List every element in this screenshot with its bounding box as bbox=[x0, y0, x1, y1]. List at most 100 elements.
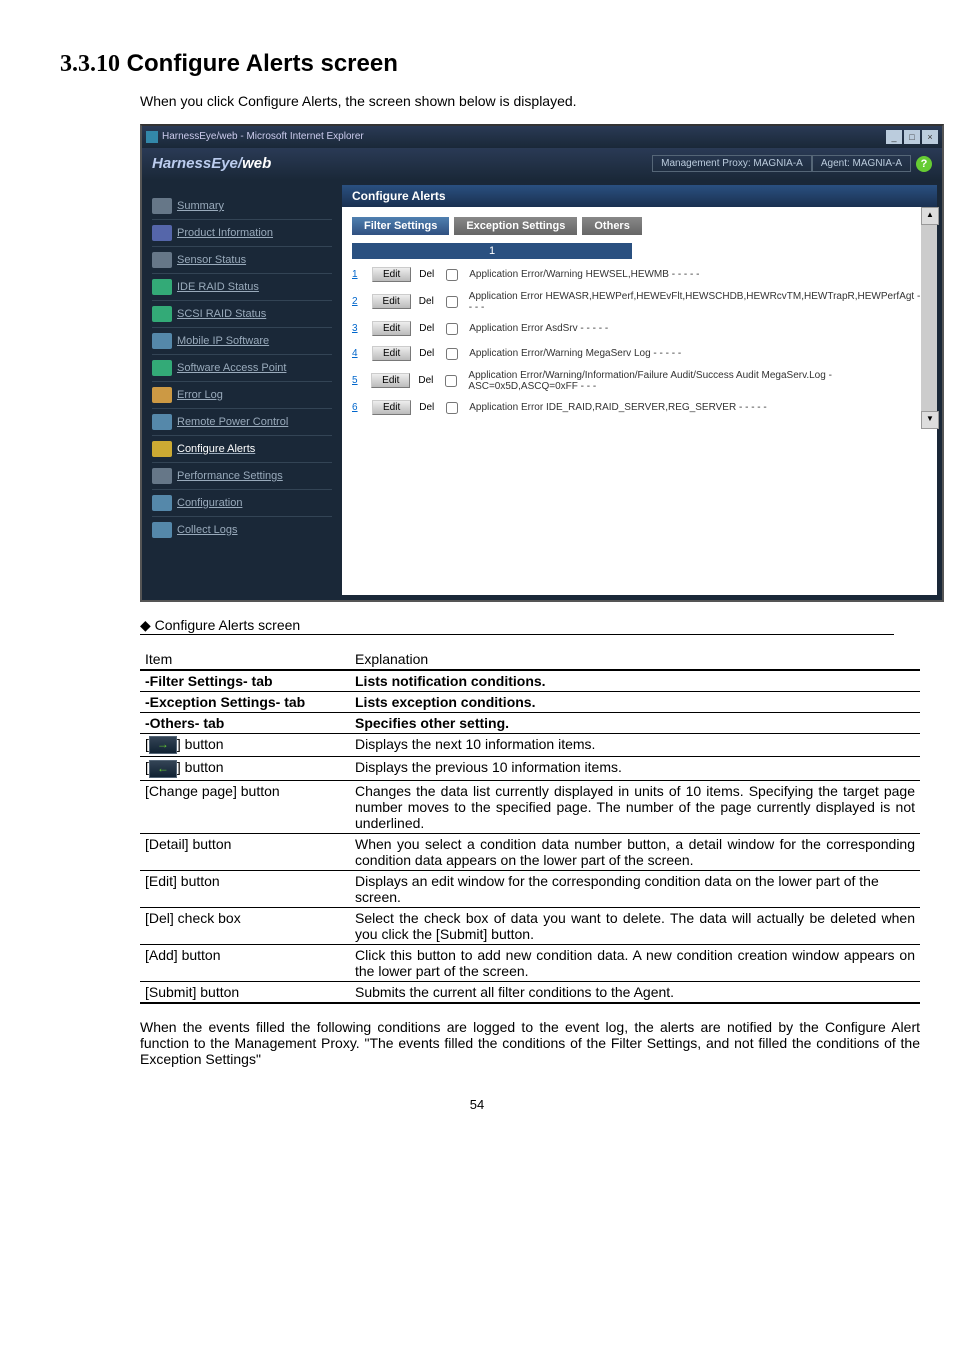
nav-label: Configure Alerts bbox=[177, 443, 255, 455]
item-cell: [Change page] button bbox=[140, 780, 350, 833]
item-cell: [Add] button bbox=[140, 944, 350, 981]
nav-sensor[interactable]: Sensor Status bbox=[152, 249, 332, 271]
footer-paragraph: When the events filled the following con… bbox=[140, 1019, 920, 1067]
scroll-up-button[interactable]: ▲ bbox=[921, 207, 939, 225]
col-header-explanation: Explanation bbox=[350, 649, 920, 670]
section-title: Configure Alerts screen bbox=[127, 50, 398, 77]
nav-performance[interactable]: Performance Settings bbox=[152, 465, 332, 487]
edit-button[interactable]: Edit bbox=[372, 321, 411, 336]
exp-cell: Changes the data list currently displaye… bbox=[350, 780, 920, 833]
nav-product[interactable]: Product Information bbox=[152, 222, 332, 244]
nav-label: Configuration bbox=[177, 497, 242, 509]
item-cell: [→] button bbox=[140, 733, 350, 756]
close-button[interactable]: × bbox=[922, 130, 938, 144]
nav-mobile-ip[interactable]: Mobile IP Software bbox=[152, 330, 332, 352]
sensor-icon bbox=[152, 252, 172, 268]
titlebar: HarnessEye/web - Microsoft Internet Expl… bbox=[142, 126, 942, 148]
edit-button[interactable]: Edit bbox=[372, 346, 411, 361]
del-checkbox[interactable] bbox=[446, 269, 458, 281]
configuration-icon bbox=[152, 495, 172, 511]
nav-label: Summary bbox=[177, 200, 224, 212]
del-checkbox[interactable] bbox=[445, 375, 457, 387]
nav-error-log[interactable]: Error Log bbox=[152, 384, 332, 406]
item-cell: [Edit] button bbox=[140, 870, 350, 907]
nav-label: Error Log bbox=[177, 389, 223, 401]
nav-ide-raid[interactable]: IDE RAID Status bbox=[152, 276, 332, 298]
nav-label: Performance Settings bbox=[177, 470, 283, 482]
nav-collect-logs[interactable]: Collect Logs bbox=[152, 519, 332, 541]
alert-row: 4 Edit Del Application Error/Warning Meg… bbox=[352, 343, 927, 365]
tab-exception-settings[interactable]: Exception Settings bbox=[454, 217, 577, 235]
del-checkbox[interactable] bbox=[446, 323, 458, 335]
row-text: Application Error IDE_RAID,RAID_SERVER,R… bbox=[469, 402, 767, 413]
page-number: 54 bbox=[60, 1097, 894, 1112]
exp-cell: Specifies other setting. bbox=[350, 712, 920, 733]
intro-text: When you click Configure Alerts, the scr… bbox=[140, 93, 894, 109]
del-checkbox[interactable] bbox=[446, 402, 458, 414]
del-label: Del bbox=[419, 269, 434, 280]
alert-row: 2 Edit Del Application Error HEWASR,HEWP… bbox=[352, 289, 927, 315]
exp-cell: Lists notification conditions. bbox=[350, 670, 920, 692]
logo-secondary: web bbox=[242, 155, 271, 172]
page-indicator: 1 bbox=[352, 243, 632, 259]
help-button[interactable]: ? bbox=[916, 156, 932, 172]
table-caption: ◆ Configure Alerts screen bbox=[140, 617, 894, 635]
scroll-down-button[interactable]: ▼ bbox=[921, 411, 939, 429]
item-cell: -Others- tab bbox=[140, 712, 350, 733]
row-number-link[interactable]: 2 bbox=[352, 296, 364, 307]
row-number-link[interactable]: 3 bbox=[352, 323, 364, 334]
row-number-link[interactable]: 4 bbox=[352, 348, 364, 359]
mgmt-proxy-label: Management Proxy: MAGNIA-A bbox=[652, 155, 812, 172]
exp-cell: Lists exception conditions. bbox=[350, 691, 920, 712]
main-panel: Configure Alerts Filter Settings Excepti… bbox=[342, 185, 937, 595]
tab-filter-settings[interactable]: Filter Settings bbox=[352, 217, 449, 235]
collect-logs-icon bbox=[152, 522, 172, 538]
nav-label: IDE RAID Status bbox=[177, 281, 259, 293]
window-title: HarnessEye/web - Microsoft Internet Expl… bbox=[162, 131, 886, 142]
nav-summary[interactable]: Summary bbox=[152, 195, 332, 217]
del-label: Del bbox=[419, 402, 434, 413]
explanation-table: Item Explanation -Filter Settings- tab L… bbox=[140, 649, 920, 1004]
vertical-scrollbar[interactable]: ▲ ▼ bbox=[921, 207, 937, 429]
row-number-link[interactable]: 1 bbox=[352, 269, 364, 280]
tab-others[interactable]: Others bbox=[582, 217, 641, 235]
edit-button[interactable]: Edit bbox=[371, 373, 410, 388]
next-arrow-icon: → bbox=[149, 736, 177, 754]
row-number-link[interactable]: 5 bbox=[352, 375, 363, 386]
nav-label: Product Information bbox=[177, 227, 273, 239]
nav-scsi-raid[interactable]: SCSI RAID Status bbox=[152, 303, 332, 325]
row-text: Application Error/Warning HEWSEL,HEWMB -… bbox=[469, 269, 699, 280]
nav-software-ap[interactable]: Software Access Point bbox=[152, 357, 332, 379]
alert-row: 6 Edit Del Application Error IDE_RAID,RA… bbox=[352, 397, 927, 419]
remote-power-icon bbox=[152, 414, 172, 430]
section-heading: 3.3.10 Configure Alerts screen bbox=[60, 50, 894, 78]
nav-remote-power[interactable]: Remote Power Control bbox=[152, 411, 332, 433]
item-cell: [Del] check box bbox=[140, 907, 350, 944]
edit-button[interactable]: Edit bbox=[372, 400, 411, 415]
exp-cell: Displays an edit window for the correspo… bbox=[350, 870, 920, 907]
exp-cell: Displays the previous 10 information ite… bbox=[350, 757, 920, 780]
nav-configuration[interactable]: Configuration bbox=[152, 492, 332, 514]
edit-button[interactable]: Edit bbox=[372, 294, 411, 309]
item-cell: [←] button bbox=[140, 757, 350, 780]
browser-window: HarnessEye/web - Microsoft Internet Expl… bbox=[140, 124, 944, 602]
mobile-ip-icon bbox=[152, 333, 172, 349]
product-icon bbox=[152, 225, 172, 241]
software-ap-icon bbox=[152, 360, 172, 376]
col-header-item: Item bbox=[140, 649, 350, 670]
nav-label: Sensor Status bbox=[177, 254, 246, 266]
maximize-button[interactable]: □ bbox=[904, 130, 920, 144]
row-number-link[interactable]: 6 bbox=[352, 402, 364, 413]
ide-raid-icon bbox=[152, 279, 172, 295]
app-logo: HarnessEye/web bbox=[152, 155, 271, 172]
panel-title: Configure Alerts bbox=[342, 185, 937, 207]
del-checkbox[interactable] bbox=[446, 348, 458, 360]
section-number: 3.3.10 bbox=[60, 51, 120, 77]
performance-icon bbox=[152, 468, 172, 484]
summary-icon bbox=[152, 198, 172, 214]
del-checkbox[interactable] bbox=[446, 296, 458, 308]
edit-button[interactable]: Edit bbox=[372, 267, 411, 282]
del-label: Del bbox=[418, 375, 433, 386]
nav-configure-alerts[interactable]: Configure Alerts bbox=[152, 438, 332, 460]
minimize-button[interactable]: _ bbox=[886, 130, 902, 144]
